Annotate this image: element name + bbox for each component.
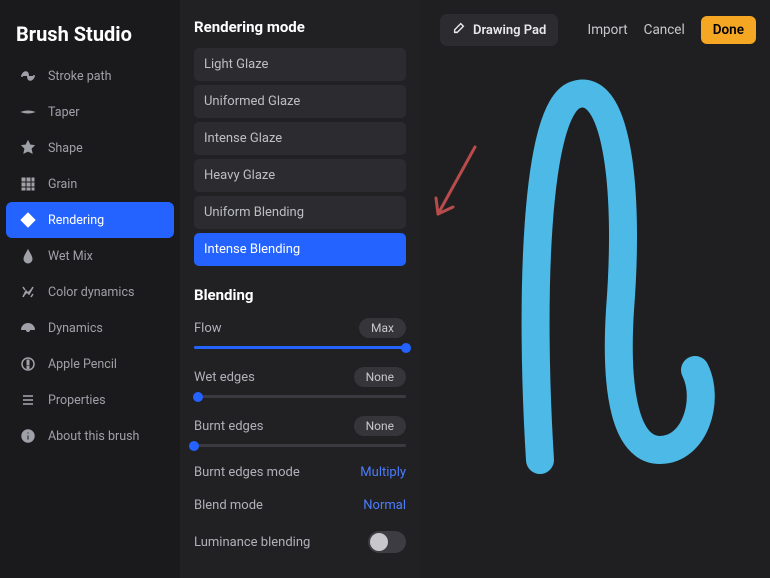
edit-icon [452, 21, 466, 39]
sidebar-item-label: Apple Pencil [48, 357, 117, 372]
properties-icon [20, 392, 36, 408]
cancel-button[interactable]: Cancel [644, 22, 685, 38]
flow-label: Flow [194, 321, 222, 336]
flow-slider[interactable]: Flow Max [194, 318, 406, 349]
sidebar-item-stroke-path[interactable]: Stroke path [6, 58, 174, 94]
brush-stroke-preview [420, 0, 770, 578]
burnt-edges-mode-value[interactable]: Multiply [360, 465, 406, 480]
nav-list: Stroke path Taper Shape Grain [0, 58, 180, 454]
blending-heading: Blending [194, 286, 406, 304]
apple-pencil-icon [20, 356, 36, 372]
sidebar-item-taper[interactable]: Taper [6, 94, 174, 130]
mode-uniformed-glaze[interactable]: Uniformed Glaze [194, 85, 406, 118]
about-icon [20, 428, 36, 444]
rendering-mode-list: Light Glaze Uniformed Glaze Intense Glaz… [194, 48, 406, 266]
luminance-label: Luminance blending [194, 535, 310, 550]
burnt-edges-slider[interactable]: Burnt edges None [194, 416, 406, 447]
mode-intense-glaze[interactable]: Intense Glaze [194, 122, 406, 155]
burnt-edges-mode-label: Burnt edges mode [194, 465, 300, 480]
canvas-area[interactable]: Drawing Pad Import Cancel Done [420, 0, 770, 578]
sidebar-item-label: Taper [48, 105, 79, 120]
app-title: Brush Studio [0, 18, 180, 56]
sidebar-item-color-dynamics[interactable]: Color dynamics [6, 274, 174, 310]
sidebar-item-about[interactable]: About this brush [6, 418, 174, 454]
sidebar-item-label: Rendering [48, 213, 104, 228]
canvas-topbar: Drawing Pad Import Cancel Done [420, 14, 770, 46]
sidebar-item-label: Properties [48, 393, 106, 408]
sidebar-item-label: Color dynamics [48, 285, 134, 300]
luminance-toggle[interactable] [368, 531, 406, 553]
wet-edges-value: None [354, 367, 406, 387]
wet-edges-label: Wet edges [194, 370, 255, 385]
settings-panel: Rendering mode Light Glaze Uniformed Gla… [180, 0, 420, 578]
blend-mode-label: Blend mode [194, 498, 263, 513]
sidebar-item-label: Stroke path [48, 69, 112, 84]
sidebar-item-label: About this brush [48, 429, 139, 444]
rendering-icon [20, 212, 36, 228]
import-button[interactable]: Import [588, 22, 628, 38]
grain-icon [20, 176, 36, 192]
sidebar-item-apple-pencil[interactable]: Apple Pencil [6, 346, 174, 382]
sidebar-item-grain[interactable]: Grain [6, 166, 174, 202]
taper-icon [20, 104, 36, 120]
mode-intense-blending[interactable]: Intense Blending [194, 233, 406, 266]
wet-edges-slider[interactable]: Wet edges None [194, 367, 406, 398]
sidebar-item-label: Grain [48, 177, 77, 192]
blend-mode-value[interactable]: Normal [363, 498, 406, 513]
sidebar-item-wet-mix[interactable]: Wet Mix [6, 238, 174, 274]
rendering-mode-heading: Rendering mode [194, 18, 406, 36]
stroke-path-icon [20, 68, 36, 84]
sidebar-item-label: Shape [48, 141, 83, 156]
sidebar-item-rendering[interactable]: Rendering [6, 202, 174, 238]
drawing-pad-button[interactable]: Drawing Pad [440, 14, 558, 46]
wet-mix-icon [20, 248, 36, 264]
color-dynamics-icon [20, 284, 36, 300]
burnt-edges-value: None [354, 416, 406, 436]
sidebar-item-shape[interactable]: Shape [6, 130, 174, 166]
mode-uniform-blending[interactable]: Uniform Blending [194, 196, 406, 229]
sidebar: Brush Studio Stroke path Taper Shape [0, 0, 180, 578]
mode-light-glaze[interactable]: Light Glaze [194, 48, 406, 81]
sidebar-item-dynamics[interactable]: Dynamics [6, 310, 174, 346]
sidebar-item-label: Wet Mix [48, 249, 93, 264]
annotation-arrow [420, 0, 770, 578]
done-button[interactable]: Done [701, 16, 756, 44]
dynamics-icon [20, 320, 36, 336]
sidebar-item-label: Dynamics [48, 321, 103, 336]
sidebar-item-properties[interactable]: Properties [6, 382, 174, 418]
drawing-pad-label: Drawing Pad [473, 23, 546, 38]
flow-value: Max [359, 318, 406, 338]
shape-icon [20, 140, 36, 156]
mode-heavy-glaze[interactable]: Heavy Glaze [194, 159, 406, 192]
burnt-edges-label: Burnt edges [194, 419, 263, 434]
